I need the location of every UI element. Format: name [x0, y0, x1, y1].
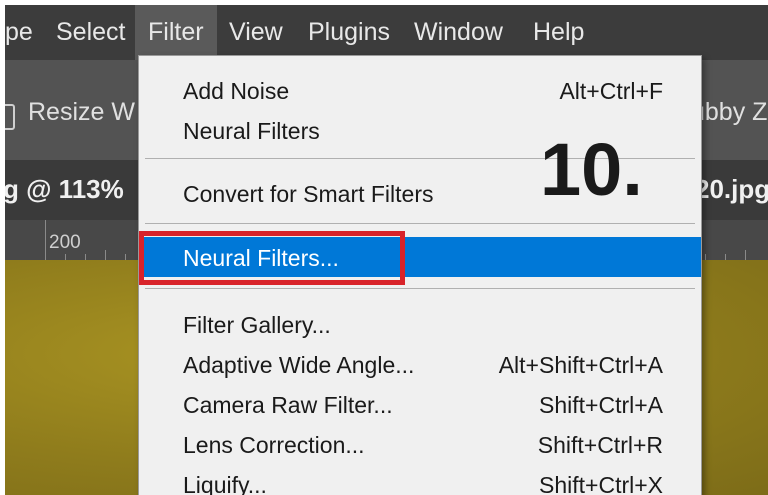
menu-plugins[interactable]: Plugins [308, 5, 390, 60]
resize-windows-label: Resize W [28, 98, 135, 126]
menu-item-shortcut: Shift+Ctrl+X [539, 472, 663, 495]
resize-windows-checkbox[interactable] [5, 104, 15, 130]
menu-item-filter-gallery[interactable]: Filter Gallery... [139, 304, 701, 344]
menu-item-shortcut: Alt+Ctrl+F [559, 78, 663, 104]
menu-item-camera-raw-filter[interactable]: Camera Raw Filter... Shift+Ctrl+A [139, 384, 701, 424]
document-tab-second[interactable]: 20.jpg [695, 174, 768, 205]
menu-item-shortcut: Shift+Ctrl+A [539, 392, 663, 418]
step-number-annotation: 10. [540, 128, 643, 211]
menu-item-label: Neural Filters [183, 118, 320, 144]
menu-item-label: Convert for Smart Filters [183, 181, 434, 207]
menu-select[interactable]: Select [56, 5, 125, 60]
menu-item-adaptive-wide-angle[interactable]: Adaptive Wide Angle... Alt+Shift+Ctrl+A [139, 344, 701, 384]
menu-item-liquify[interactable]: Liquify... Shift+Ctrl+X [139, 464, 701, 495]
menu-window[interactable]: Window [414, 5, 503, 60]
menu-item-lens-correction[interactable]: Lens Correction... Shift+Ctrl+R [139, 424, 701, 464]
menu-item-label: Filter Gallery... [183, 312, 331, 338]
menu-separator [145, 223, 695, 224]
menu-item-add-noise[interactable]: Add Noise Alt+Ctrl+F [139, 70, 701, 110]
menu-help[interactable]: Help [533, 5, 584, 60]
menu-bar: pe Select Filter View Plugins Window Hel… [5, 5, 768, 60]
highlight-annotation-box [139, 231, 405, 285]
menu-item-label: Liquify... [183, 472, 267, 495]
menu-item-label: Adaptive Wide Angle... [183, 352, 415, 378]
menu-item-shortcut: Alt+Shift+Ctrl+A [498, 352, 663, 378]
menu-separator [145, 288, 695, 289]
menu-view[interactable]: View [229, 5, 283, 60]
ruler-label: 200 [49, 232, 81, 253]
menu-type[interactable]: pe [5, 5, 33, 60]
photoshop-window: pe Select Filter View Plugins Window Hel… [5, 5, 768, 495]
ruler-minor-tick [745, 250, 746, 260]
menu-item-label: Add Noise [183, 78, 290, 104]
menu-filter[interactable]: Filter [135, 5, 217, 60]
scrubby-zoom-label: ubby Z [691, 98, 768, 126]
menu-item-shortcut: Shift+Ctrl+R [537, 432, 663, 458]
ruler-minor-tick [105, 250, 106, 260]
document-tab-active[interactable]: g @ 113% [5, 174, 124, 205]
menu-item-label: Camera Raw Filter... [183, 392, 393, 418]
menu-item-label: Lens Correction... [183, 432, 365, 458]
ruler-major-tick [45, 220, 46, 260]
